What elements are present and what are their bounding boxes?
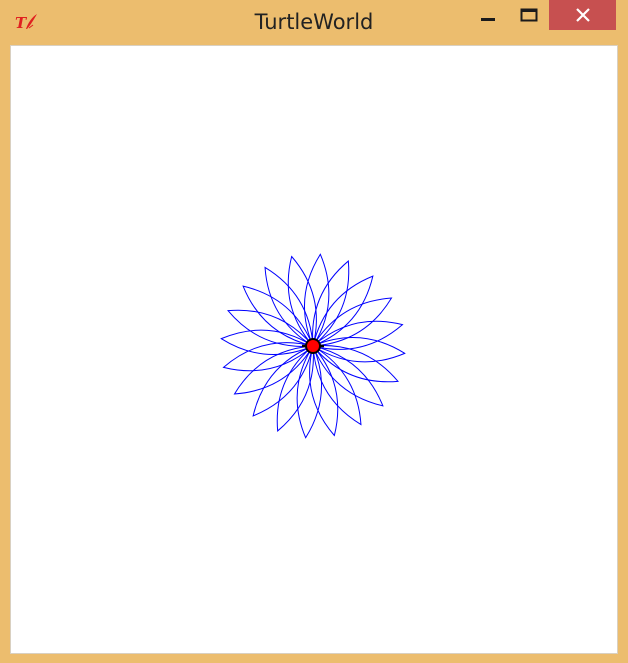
flower-petal <box>312 275 374 347</box>
flower-petal <box>252 345 314 417</box>
drawing-surface <box>220 253 406 439</box>
turtleworld-window: T TurtleWorld <box>0 0 628 663</box>
flower-petal <box>242 285 314 347</box>
close-icon <box>575 8 590 22</box>
minimize-icon <box>481 18 495 21</box>
turtle-canvas[interactable] <box>10 45 618 654</box>
maximize-button[interactable] <box>512 0 546 30</box>
flower-petal <box>312 345 384 407</box>
close-button[interactable] <box>549 0 616 30</box>
minimize-button[interactable] <box>471 0 505 30</box>
turtle-body <box>305 338 321 354</box>
title-bar[interactable]: T TurtleWorld <box>0 0 628 44</box>
maximize-icon <box>520 8 538 22</box>
